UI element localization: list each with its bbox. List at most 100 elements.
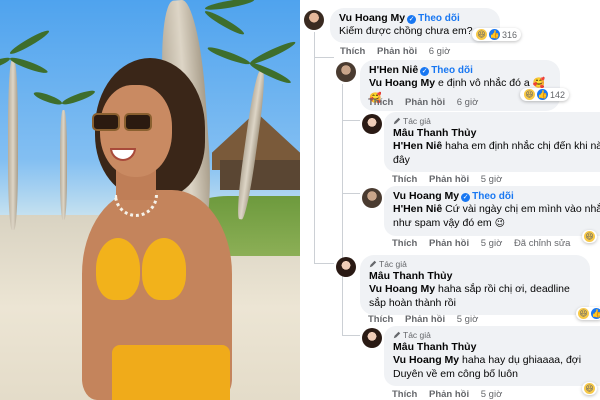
reply-button[interactable]: Phản hồi <box>429 174 469 185</box>
thread-line <box>342 120 360 121</box>
comment: H'Hen Niê ✓ Theo dõi Vu Hoang My e định vô… <box>334 60 600 112</box>
timestamp[interactable]: 5 giờ <box>481 174 503 185</box>
comment-actions: Thích Phản hồi 6 giờ <box>340 46 459 57</box>
haha-reaction-icon: 😆 <box>578 308 589 319</box>
thread-line <box>342 193 360 194</box>
like-button[interactable]: Thích <box>340 46 365 57</box>
reaction-summary[interactable]: 😆 👍 <box>576 307 600 320</box>
comment-text: e định vô nhắc đó a <box>435 77 530 89</box>
like-button[interactable]: Thích <box>392 238 417 249</box>
avatar[interactable] <box>336 257 356 277</box>
comment-bubble: Tác giả Mâu Thanh Thủy H'Hen Niê haha em… <box>384 112 600 172</box>
bikini-top-right <box>142 238 186 300</box>
avatar[interactable] <box>336 62 356 82</box>
comment: Vu Hoang My ✓ Theo dõi H'Hen Niê Cứ vài ng… <box>360 186 600 254</box>
commenter-name[interactable]: Mâu Thanh Thủy <box>393 127 600 139</box>
timestamp[interactable]: 5 giờ <box>481 238 503 249</box>
timestamp[interactable]: 6 giờ <box>457 97 479 108</box>
palm-leaf <box>60 88 97 107</box>
thread-line <box>314 263 334 264</box>
palm-leaf <box>8 27 51 57</box>
palm-trunk <box>8 60 18 230</box>
verified-badge-icon: ✓ <box>407 15 417 24</box>
like-button[interactable]: Thích <box>392 389 417 400</box>
haha-reaction-icon: 😆 <box>524 89 535 100</box>
reaction-summary[interactable]: 😆 👍 316 <box>472 28 522 41</box>
avatar[interactable] <box>362 328 382 348</box>
mention-link[interactable]: Vu Hoang My <box>369 283 435 295</box>
reply-button[interactable]: Phản hồi <box>429 238 469 249</box>
mention-link[interactable]: H'Hen Niê <box>393 203 442 215</box>
edited-label[interactable]: Đã chỉnh sửa <box>514 238 571 249</box>
reaction-summary[interactable]: 😆 <box>582 382 597 395</box>
haha-reaction-icon: 😆 <box>584 231 595 242</box>
mention-link[interactable]: Vu Hoang My <box>369 77 435 89</box>
thread-line <box>314 58 315 263</box>
reply-button[interactable]: Phản hồi <box>405 314 445 325</box>
comment: Tác giả Mâu Thanh Thủy H'Hen Niê haha em… <box>360 112 600 185</box>
pen-author-icon <box>393 117 401 125</box>
thread-line <box>342 335 360 336</box>
comment-actions: Thích Phản hồi 6 giờ <box>368 97 487 108</box>
mention-link[interactable]: H'Hen Niê <box>393 140 442 152</box>
like-button[interactable]: Thích <box>368 97 393 108</box>
like-reaction-icon: 👍 <box>537 89 548 100</box>
author-tag-label: Tác giả <box>403 330 431 340</box>
palm-leaf <box>203 8 246 38</box>
author-tag-label: Tác giả <box>379 259 407 269</box>
avatar[interactable] <box>362 114 382 134</box>
author-tag: Tác giả <box>393 330 600 340</box>
reply-button[interactable]: Phản hồi <box>405 97 445 108</box>
commenter-name[interactable]: Vu Hoang My <box>393 190 459 202</box>
reply-button[interactable]: Phản hồi <box>429 389 469 400</box>
palm-leaf <box>32 89 64 107</box>
avatar[interactable] <box>304 10 324 30</box>
comment: Tác giả Mâu Thanh Thủy Vu Hoang My haha … <box>334 255 600 325</box>
comment-actions: Thích Phản hồi 5 giờ Đã chỉnh sửa <box>392 238 579 249</box>
post-photo[interactable] <box>0 0 300 400</box>
verified-badge-icon: ✓ <box>420 67 430 76</box>
palm-trunk <box>60 110 67 220</box>
bikini-bottom <box>112 345 230 400</box>
haha-reaction-icon: 😆 <box>476 29 487 40</box>
like-button[interactable]: Thích <box>392 174 417 185</box>
commenter-name[interactable]: Mâu Thanh Thủy <box>369 270 581 282</box>
follow-button[interactable]: Theo dõi <box>472 191 514 202</box>
comment-bubble: Vu Hoang My ✓ Theo dõi H'Hen Niê Cứ vài ng… <box>384 186 600 236</box>
pen-author-icon <box>369 260 377 268</box>
reaction-summary[interactable]: 😆 <box>582 230 597 243</box>
comment-text: Kiếm được chồng chưa em? <box>339 25 473 37</box>
like-button[interactable]: Thích <box>368 314 393 325</box>
reaction-summary[interactable]: 😆 👍 142 <box>520 88 570 101</box>
comment: Vu Hoang My ✓ Theo dõi Kiếm được chồng chư… <box>302 8 600 58</box>
like-reaction-icon: 👍 <box>591 308 600 319</box>
commenter-name[interactable]: Mâu Thanh Thủy <box>393 341 600 353</box>
timestamp[interactable]: 6 giờ <box>429 46 451 57</box>
palm-leaf <box>204 0 255 12</box>
beach-hut-base <box>220 160 300 190</box>
commenter-name[interactable]: Vu Hoang My <box>339 12 405 24</box>
timestamp[interactable]: 5 giờ <box>457 314 479 325</box>
reply-button[interactable]: Phản hồi <box>377 46 417 57</box>
follow-button[interactable]: Theo dõi <box>431 65 473 76</box>
pen-author-icon <box>393 331 401 339</box>
reaction-count: 142 <box>550 89 566 100</box>
comment-actions: Thích Phản hồi 5 giờ <box>368 314 487 325</box>
sunglasses <box>92 113 154 133</box>
mention-link[interactable]: Vu Hoang My <box>393 354 459 366</box>
bikini-top-left <box>96 238 140 300</box>
commenter-name[interactable]: H'Hen Niê <box>369 64 418 76</box>
like-reaction-icon: 👍 <box>489 29 500 40</box>
follow-button[interactable]: Theo dõi <box>418 13 460 24</box>
reaction-count: 316 <box>502 29 518 40</box>
timestamp[interactable]: 5 giờ <box>481 389 503 400</box>
author-tag: Tác giả <box>369 259 581 269</box>
comments-panel: Vu Hoang My ✓ Theo dõi Kiếm được chồng chư… <box>302 0 600 400</box>
comment-bubble: Tác giả Mâu Thanh Thủy Vu Hoang My haha … <box>384 326 600 386</box>
author-tag-label: Tác giả <box>403 116 431 126</box>
comment-actions: Thích Phản hồi 5 giờ <box>392 174 511 185</box>
comment-bubble: Tác giả Mâu Thanh Thủy Vu Hoang My haha … <box>360 255 590 315</box>
avatar[interactable] <box>362 188 382 208</box>
comment-actions: Thích Phản hồi 5 giờ <box>392 389 511 400</box>
author-tag: Tác giả <box>393 116 600 126</box>
